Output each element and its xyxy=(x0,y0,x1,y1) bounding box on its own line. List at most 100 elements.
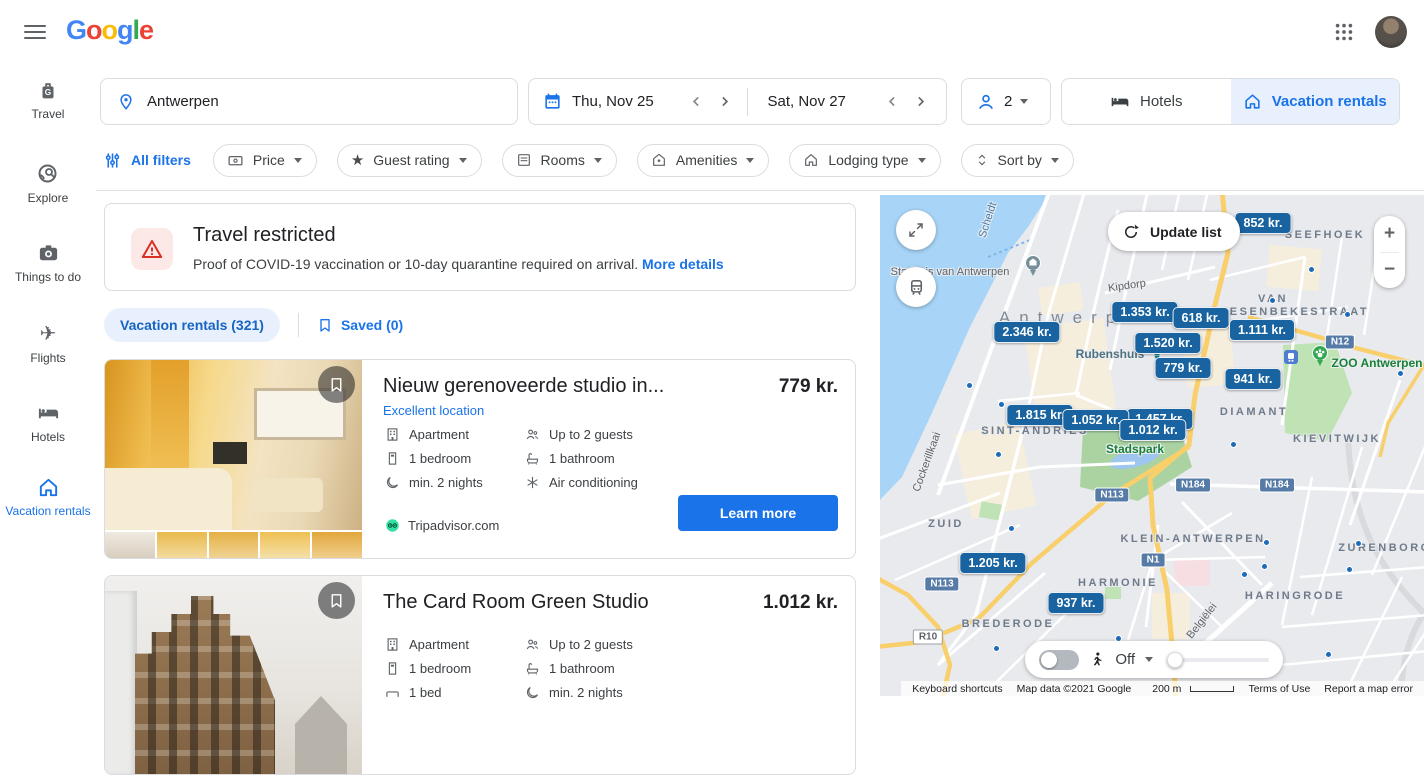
destination-input[interactable] xyxy=(147,93,501,110)
avatar[interactable] xyxy=(1375,16,1407,48)
photo-thumbnail[interactable] xyxy=(209,532,259,559)
poi-dot[interactable] xyxy=(1346,566,1353,573)
poi-dot[interactable] xyxy=(1355,540,1362,547)
filter-chip-lodging-type[interactable]: Lodging type xyxy=(789,144,940,177)
filter-chip-amenities[interactable]: Amenities xyxy=(637,144,769,177)
map-price-pill[interactable]: 1.111 kr. xyxy=(1229,319,1295,341)
pegman-icon[interactable] xyxy=(1089,650,1105,669)
checkout-field[interactable]: Sat, Nov 27 xyxy=(758,90,933,114)
apps-grid-icon[interactable] xyxy=(1333,21,1355,43)
update-list-button[interactable]: Update list xyxy=(1108,212,1240,251)
map-price-pill[interactable]: 2.346 kr. xyxy=(993,321,1060,343)
all-filters-button[interactable]: All filters xyxy=(104,152,191,169)
map-price-pill[interactable]: 941 kr. xyxy=(1225,368,1282,390)
checkout-next-icon[interactable] xyxy=(908,90,932,114)
google-logo[interactable]: Google xyxy=(66,15,153,46)
sidebar-item-hotels[interactable]: Hotels xyxy=(0,402,96,444)
sidebar-item-vacation-rentals[interactable]: Vacation rentals xyxy=(0,476,96,518)
poi-dot[interactable] xyxy=(1269,297,1276,304)
poi-dot[interactable] xyxy=(993,645,1000,652)
tab-hotels[interactable]: Hotels xyxy=(1062,79,1231,124)
filter-chip-price[interactable]: Price xyxy=(213,144,317,177)
checkout-date[interactable]: Sat, Nov 27 xyxy=(768,93,846,110)
checkin-field[interactable]: Thu, Nov 25 xyxy=(562,90,737,114)
poi-dot[interactable] xyxy=(966,382,973,389)
zoo-pin-icon[interactable] xyxy=(1311,345,1329,367)
menu-icon[interactable] xyxy=(24,21,46,43)
map-price-pill[interactable]: 852 kr. xyxy=(1235,212,1292,234)
toggle-switch[interactable] xyxy=(1039,650,1079,670)
chevron-down-icon[interactable] xyxy=(1145,657,1153,662)
results-tabs: Vacation rentals (321) Saved (0) xyxy=(104,308,403,342)
map-price-pill[interactable]: 1.012 kr. xyxy=(1119,419,1186,441)
road-badge-n184: N184 xyxy=(1259,478,1295,493)
poi-dot[interactable] xyxy=(1241,571,1248,578)
poi-dot[interactable] xyxy=(1008,525,1015,532)
checkin-next-icon[interactable] xyxy=(713,90,737,114)
poi-dot[interactable] xyxy=(1308,266,1315,273)
warning-icon xyxy=(131,228,173,270)
checkin-prev-icon[interactable] xyxy=(685,90,709,114)
photo-thumbnail[interactable] xyxy=(105,532,155,559)
keyboard-shortcuts-link[interactable]: Keyboard shortcuts xyxy=(905,683,1009,695)
listing-photo[interactable] xyxy=(105,576,362,775)
listing-card: The Card Room Green Studio 1.012 kr. Apa… xyxy=(104,575,856,775)
sidebar-item-travel[interactable]: G Travel xyxy=(0,80,96,121)
checkout-prev-icon[interactable] xyxy=(880,90,904,114)
poi-dot[interactable] xyxy=(998,401,1005,408)
poi-dot[interactable] xyxy=(1263,539,1270,546)
terms-link[interactable]: Terms of Use xyxy=(1241,683,1317,695)
destination-search-box[interactable] xyxy=(100,78,518,125)
poi-dot[interactable] xyxy=(1325,651,1332,658)
location-rating-link[interactable]: Excellent location xyxy=(383,403,838,418)
report-error-link[interactable]: Report a map error xyxy=(1317,683,1420,695)
sidebar-item-things-to-do[interactable]: Things to do xyxy=(0,242,96,284)
map-price-pill[interactable]: 937 kr. xyxy=(1048,592,1105,614)
fullscreen-button[interactable] xyxy=(896,210,936,250)
more-details-link[interactable]: More details xyxy=(642,256,724,272)
poi-dot[interactable] xyxy=(1230,441,1237,448)
sidebar-item-explore[interactable]: Explore xyxy=(0,162,96,205)
time-slider[interactable] xyxy=(1169,658,1269,662)
poi-dot[interactable] xyxy=(1261,563,1268,570)
map-price-pill[interactable]: 779 kr. xyxy=(1155,357,1212,379)
listing-title[interactable]: The Card Room Green Studio xyxy=(383,591,649,614)
zoom-out-button[interactable]: − xyxy=(1374,253,1405,289)
poi-dot[interactable] xyxy=(1397,370,1404,377)
checkin-date[interactable]: Thu, Nov 25 xyxy=(572,93,654,110)
learn-more-button[interactable]: Learn more xyxy=(678,495,838,531)
transit-button[interactable] xyxy=(896,267,936,307)
tab-vacation-rentals[interactable]: Vacation rentals xyxy=(1231,79,1400,124)
road-badge-n113: N113 xyxy=(1094,488,1129,503)
guests-icon xyxy=(525,427,540,442)
zoom-in-button[interactable]: + xyxy=(1374,216,1405,252)
poi-dot[interactable] xyxy=(1344,311,1351,318)
photo-thumbnail[interactable] xyxy=(260,532,310,559)
save-bookmark-button[interactable] xyxy=(318,366,355,403)
listing-photo[interactable] xyxy=(105,360,362,559)
slider-handle[interactable] xyxy=(1167,652,1183,668)
road-badge-n113: N113 xyxy=(924,577,959,592)
photo-thumbnail[interactable] xyxy=(157,532,207,559)
road-badge-n12: N12 xyxy=(1325,335,1355,350)
house-icon xyxy=(1243,92,1262,111)
guests-selector[interactable]: 2 xyxy=(961,78,1051,125)
tab-vacation-rentals-count[interactable]: Vacation rentals (321) xyxy=(104,308,280,342)
person-icon xyxy=(976,92,996,112)
listing-title[interactable]: Nieuw gerenoveerde studio in... xyxy=(383,375,664,398)
museum-pin-icon[interactable] xyxy=(1024,255,1042,277)
filter-chip-guest-rating[interactable]: ★ Guest rating xyxy=(337,144,482,177)
filter-chip-rooms[interactable]: Rooms xyxy=(502,144,617,177)
photo-thumbnail[interactable] xyxy=(312,532,362,559)
sidebar-item-flights[interactable]: ✈ Flights xyxy=(0,322,96,365)
poi-dot[interactable] xyxy=(995,451,1002,458)
filter-chip-sort-by[interactable]: Sort by xyxy=(961,144,1074,177)
map-price-pill[interactable]: 1.520 kr. xyxy=(1134,332,1201,354)
map-price-pill[interactable]: 1.353 kr. xyxy=(1111,301,1178,323)
station-icon[interactable] xyxy=(1284,350,1298,364)
save-bookmark-button[interactable] xyxy=(318,582,355,619)
map-price-pill[interactable]: 618 kr. xyxy=(1173,307,1230,329)
tab-saved[interactable]: Saved (0) xyxy=(317,317,403,333)
map[interactable]: Scheldt Stadhuis van Antwerpen Kipdorp A… xyxy=(880,195,1424,696)
map-price-pill[interactable]: 1.205 kr. xyxy=(959,552,1026,574)
